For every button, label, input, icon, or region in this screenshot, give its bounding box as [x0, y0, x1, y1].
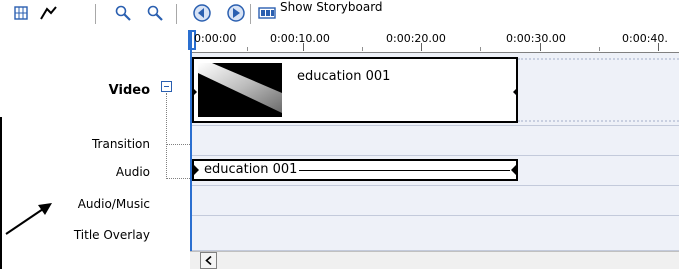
ruler-tick: [362, 47, 363, 51]
toolbar-separator: [176, 4, 177, 24]
trim-handle-right[interactable]: [513, 87, 518, 97]
ruler-tick-label: 0:00:40.: [622, 32, 668, 45]
trim-handle-right[interactable]: [511, 164, 517, 176]
ruler-tick: [480, 47, 481, 51]
play-icon[interactable]: [224, 2, 248, 24]
track-label-audio: Audio: [115, 165, 150, 179]
video-track-empty-area: [518, 58, 679, 122]
audio-waveform-line: [274, 170, 510, 171]
annotation-arrow-icon: [5, 203, 52, 235]
ruler-tick: [247, 47, 248, 51]
video-track[interactable]: education 001: [190, 53, 679, 126]
audio-track[interactable]: education 001: [190, 156, 679, 186]
trim-handle-left[interactable]: [193, 164, 199, 176]
ruler-tick: [599, 47, 600, 51]
ruler-tick-label: 0:00:30.00: [506, 32, 566, 45]
tree-connector: [166, 144, 190, 145]
horizontal-scrollbar[interactable]: [190, 251, 679, 269]
collapse-video-track-button[interactable]: [161, 81, 172, 92]
ruler-tick: [540, 43, 541, 51]
ruler-tick: [303, 43, 304, 51]
ruler-tick-label: 0:00:10.00: [270, 32, 330, 45]
toolbar-separator: [250, 4, 251, 24]
rewind-icon[interactable]: [190, 2, 214, 24]
time-ruler[interactable]: 0:00:00 0:00:10.00 0:00:20.00 0:00:30.00…: [188, 30, 679, 53]
tree-connector: [166, 178, 190, 179]
ruler-tick-label: 0:00:20.00: [386, 32, 446, 45]
ruler-tick: [421, 43, 422, 51]
audio-clip[interactable]: education 001: [192, 159, 518, 181]
zoom-out-icon[interactable]: [144, 2, 166, 24]
storyboard-icon: [258, 4, 276, 23]
track-label-audio-music: Audio/Music: [77, 197, 150, 211]
title-overlay-track[interactable]: [190, 216, 679, 251]
transition-track[interactable]: [190, 126, 679, 156]
toolbar-separator: [95, 4, 96, 24]
track-label-transition: Transition: [91, 137, 150, 151]
ruler-tick: [658, 43, 659, 51]
video-clip-title: education 001: [297, 69, 391, 84]
audio-music-track[interactable]: [190, 186, 679, 216]
trim-handle-left[interactable]: [192, 87, 197, 97]
grid-icon[interactable]: [10, 2, 32, 24]
tree-connector: [166, 93, 167, 179]
video-clip[interactable]: education 001: [192, 57, 518, 123]
playhead-line[interactable]: [190, 30, 192, 260]
track-label-video: Video: [108, 83, 150, 98]
show-storyboard-label: Show Storyboard: [280, 0, 383, 14]
show-storyboard-button[interactable]: Show Storyboard: [258, 0, 383, 26]
track-label-title-overlay: Title Overlay: [73, 228, 150, 242]
chevron-left-icon: [204, 256, 212, 265]
audio-clip-title: education 001: [204, 162, 300, 177]
zoom-in-icon[interactable]: [112, 2, 134, 24]
ruler-tick-label: 0:00:00: [194, 32, 237, 45]
timeline-tracks: education 001 education 001: [190, 53, 679, 251]
timeline-toolbar: Show Storyboard: [0, 0, 679, 30]
clip-thumbnail: [198, 63, 282, 117]
scroll-left-button[interactable]: [200, 252, 217, 269]
narrate-timeline-icon[interactable]: [36, 2, 62, 24]
